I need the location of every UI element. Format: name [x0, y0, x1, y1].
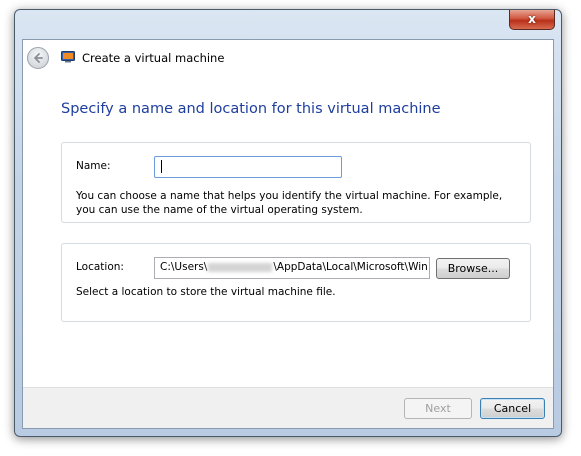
location-label: Location:	[76, 261, 124, 273]
button-bar: Next Cancel	[23, 387, 553, 428]
dialog-window: x Create a virtual machine Specify a nam…	[14, 9, 562, 437]
name-hint-line-2: you can use the name of the virtual oper…	[76, 204, 363, 216]
browse-button[interactable]: Browse...	[436, 258, 510, 279]
text-cursor	[161, 160, 162, 173]
name-label: Name:	[76, 160, 111, 172]
page-heading: Specify a name and location for this vir…	[61, 101, 441, 117]
virtual-pc-icon	[61, 51, 75, 63]
cancel-button[interactable]: Cancel	[480, 398, 545, 419]
back-arrow-icon	[34, 53, 43, 63]
name-input[interactable]	[154, 156, 342, 178]
close-icon: x	[528, 12, 536, 26]
wizard-content: Create a virtual machine Specify a name …	[22, 39, 554, 429]
back-button[interactable]	[27, 47, 49, 69]
close-button[interactable]: x	[509, 10, 555, 30]
next-button[interactable]: Next	[404, 398, 472, 419]
location-group: Location: C:\Users\ \AppData\Local\Micros…	[61, 243, 531, 322]
name-hint-line-1: You can choose a name that helps you ide…	[76, 190, 503, 202]
name-group: Name: You can choose a name that helps y…	[61, 142, 531, 223]
location-input[interactable]: C:\Users\ \AppData\Local\Microsoft\Win	[154, 257, 430, 279]
location-hint: Select a location to store the virtual m…	[76, 286, 336, 298]
redacted-username	[208, 262, 273, 272]
navigation-bar: Create a virtual machine	[23, 40, 553, 76]
location-path-prefix: C:\Users\	[160, 261, 208, 273]
location-path-suffix: \AppData\Local\Microsoft\Win	[273, 261, 428, 273]
wizard-title: Create a virtual machine	[82, 51, 225, 65]
